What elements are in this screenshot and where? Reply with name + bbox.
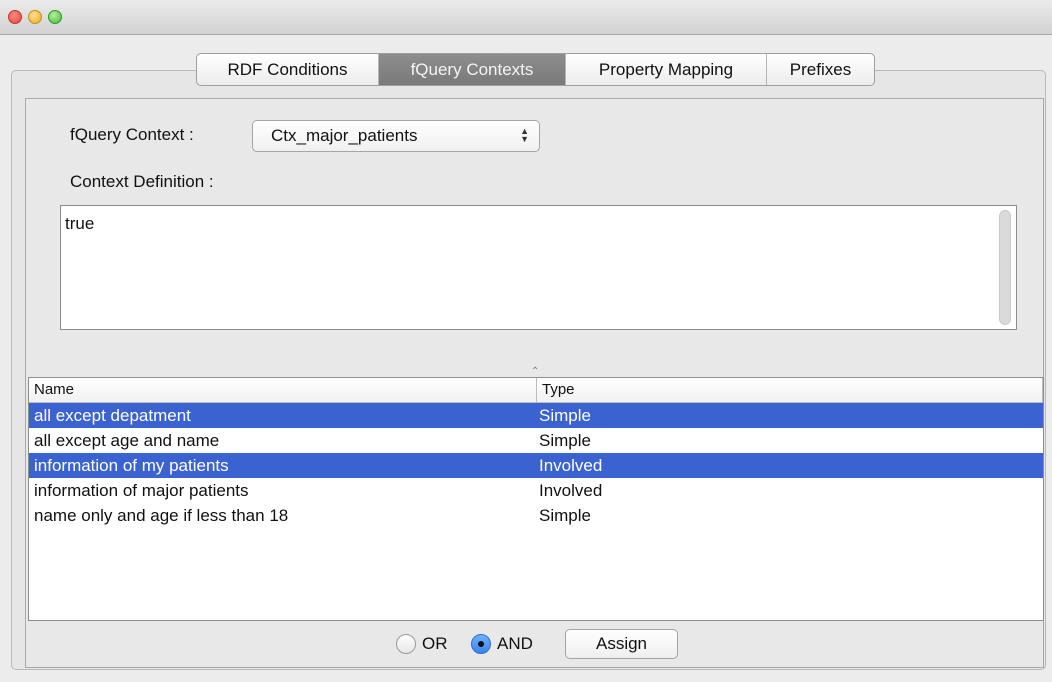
tab-fquery-contexts[interactable]: fQuery Contexts [379, 54, 566, 85]
and-radio-button[interactable] [471, 634, 491, 654]
column-header-type[interactable]: Type [537, 378, 1043, 402]
splitter-handle-icon[interactable]: ⌃ [531, 366, 539, 377]
table-cell-name: information of my patients [34, 456, 229, 475]
context-definition-textarea[interactable]: true [60, 205, 1017, 330]
table-row[interactable]: information of my patients Involved [29, 453, 1043, 478]
table-cell-name: name only and age if less than 18 [34, 506, 289, 525]
tab-bar: RDF Conditions fQuery Contexts Property … [196, 53, 875, 86]
table-cell-type: Simple [539, 506, 591, 525]
table-row[interactable]: information of major patients Involved [29, 478, 1043, 503]
contexts-table: Name Type all except depatment Simple al… [28, 377, 1044, 621]
table-cell-type: Involved [539, 456, 603, 475]
or-label: OR [422, 634, 448, 653]
fquery-context-select[interactable]: Ctx_major_patients ▲ ▼ [252, 120, 540, 152]
updown-arrows-icon: ▲ ▼ [520, 126, 529, 144]
and-label: AND [497, 634, 533, 653]
context-definition-label: Context Definition : [70, 172, 214, 191]
table-header: Name Type [29, 378, 1043, 403]
table-cell-type: Involved [539, 481, 603, 500]
table-row[interactable]: all except depatment Simple [29, 403, 1043, 428]
table-cell-name: information of major patients [34, 481, 249, 500]
table-row[interactable]: name only and age if less than 18 Simple [29, 503, 1043, 528]
title-bar [0, 0, 1052, 35]
context-definition-text: true [65, 214, 95, 233]
table-cell-name: all except age and name [34, 431, 220, 450]
or-radio-button[interactable] [396, 634, 416, 654]
fquery-context-label: fQuery Context : [70, 125, 194, 144]
app-window: RDF Conditions fQuery Contexts Property … [0, 0, 1052, 682]
tab-prefixes[interactable]: Prefixes [767, 54, 874, 85]
assign-button[interactable]: Assign [565, 629, 678, 659]
tab-rdf-conditions[interactable]: RDF Conditions [197, 54, 379, 85]
table-cell-name: all except depatment [34, 406, 191, 425]
table-cell-type: Simple [539, 431, 591, 450]
table-row[interactable]: all except age and name Simple [29, 428, 1043, 453]
close-window-icon[interactable] [8, 10, 22, 24]
textarea-scrollbar[interactable] [999, 210, 1011, 325]
minimize-window-icon[interactable] [28, 10, 42, 24]
column-header-name[interactable]: Name [29, 378, 537, 402]
fquery-context-value: Ctx_major_patients [271, 126, 418, 145]
table-cell-type: Simple [539, 406, 591, 425]
tab-property-mapping[interactable]: Property Mapping [566, 54, 767, 85]
zoom-window-icon[interactable] [48, 10, 62, 24]
